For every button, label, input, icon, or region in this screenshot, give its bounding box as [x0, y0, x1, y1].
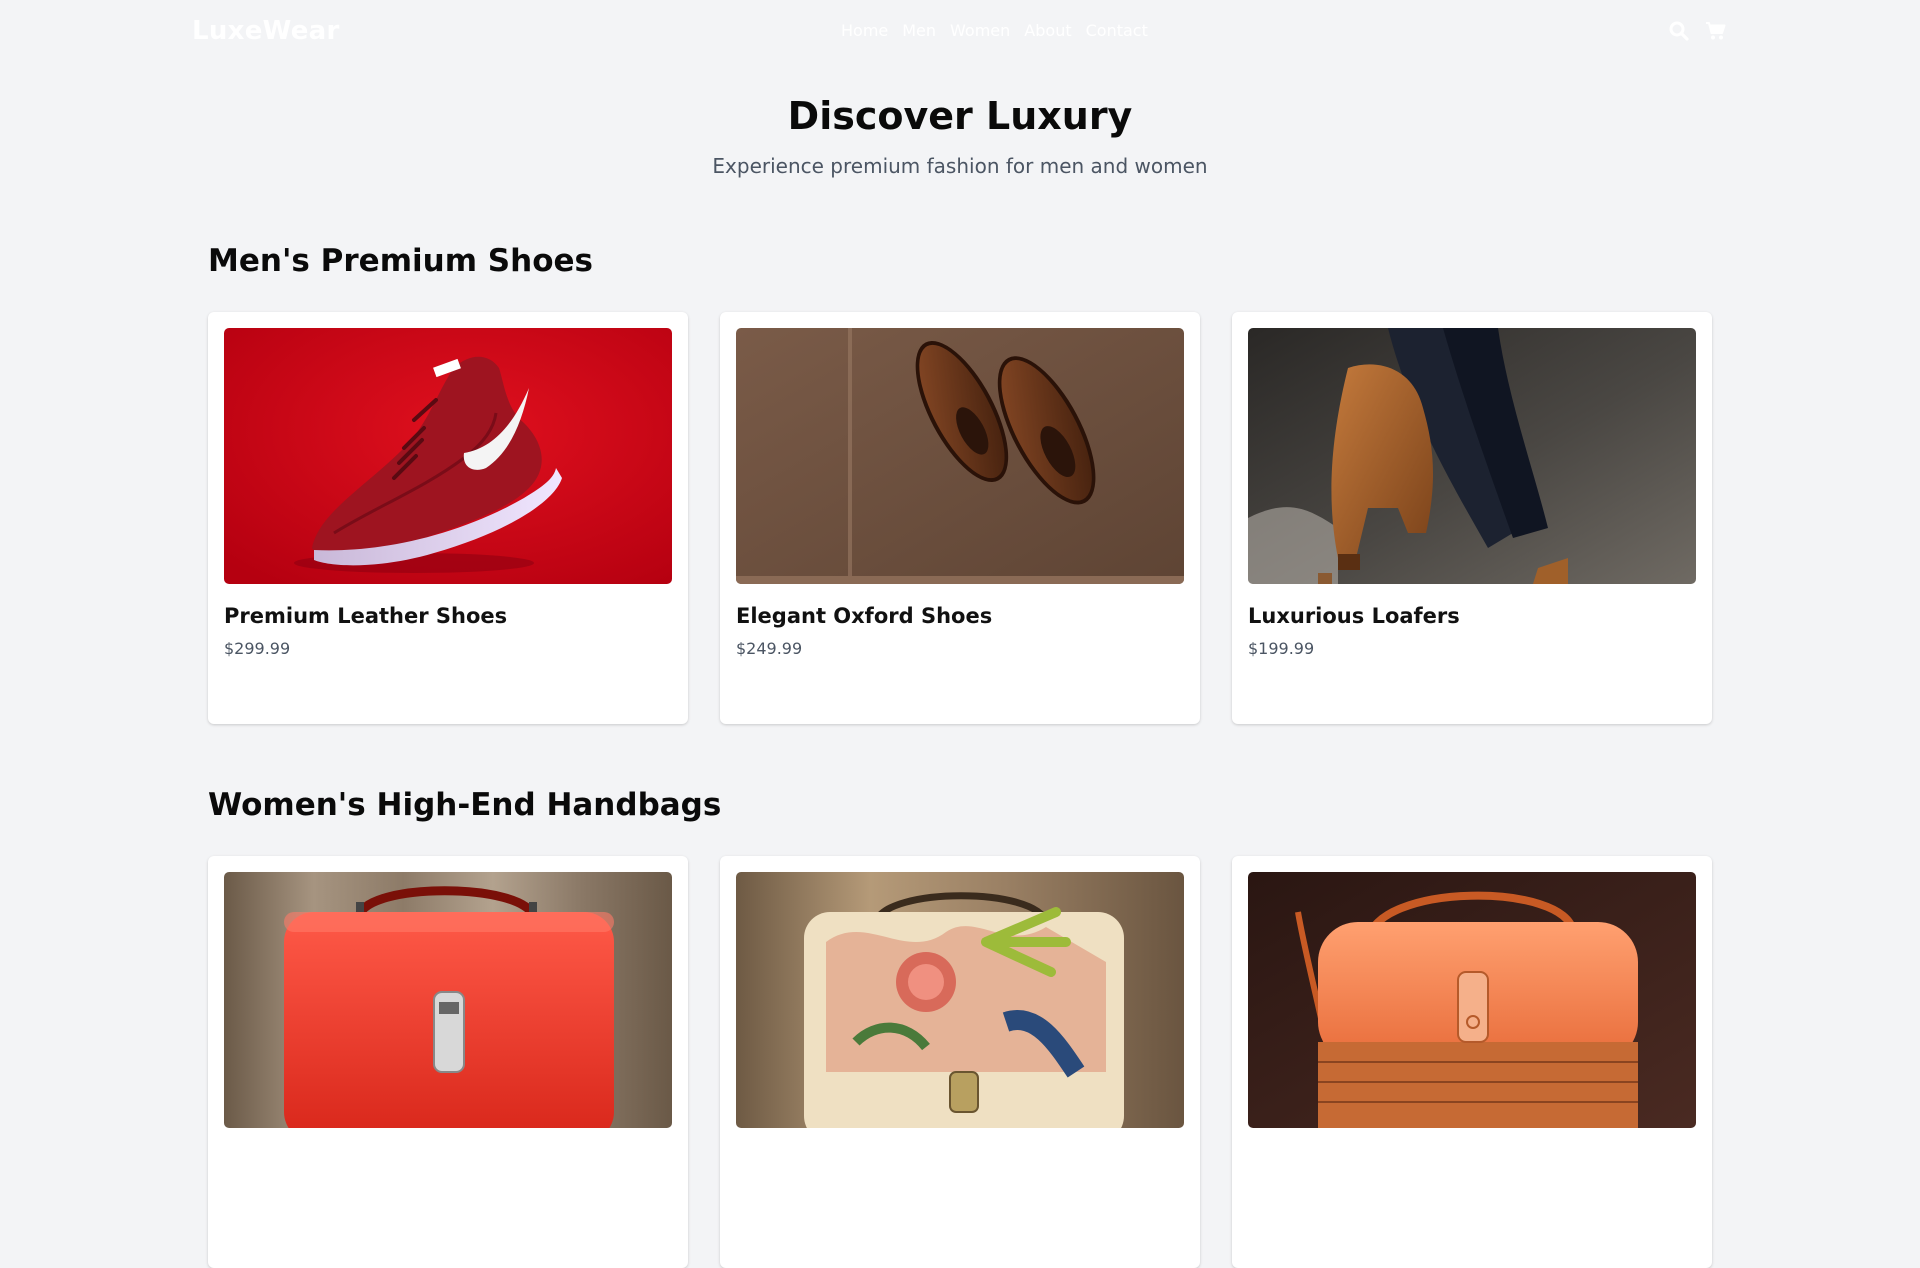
product-name: Elegant Oxford Shoes [736, 604, 993, 628]
product-grid-womens-handbags [208, 856, 1712, 1268]
product-image-sneaker [224, 328, 672, 584]
product-name: Premium Leather Shoes [224, 604, 508, 628]
search-icon [1669, 21, 1689, 41]
product-card[interactable] [720, 856, 1200, 1268]
nav-link-contact[interactable]: Contact [1086, 21, 1148, 40]
product-name: Luxurious Loafers [1248, 604, 1460, 628]
product-image-floral-handbag [736, 872, 1184, 1128]
hero-title: Discover Luxury [787, 94, 1133, 138]
product-card[interactable]: Premium Leather Shoes $299.99 [208, 312, 688, 724]
header-actions [1668, 20, 1727, 42]
product-image-oxford [736, 328, 1184, 584]
main-nav: Home Men Women About Contact [841, 21, 1148, 40]
product-image-red-handbag [224, 872, 672, 1128]
cart-icon [1706, 22, 1726, 40]
product-price: $299.99 [224, 639, 291, 658]
top-navbar: LuxeWear Home Men Women About Contact [0, 0, 1920, 63]
hero-subtitle: Experience premium fashion for men and w… [712, 154, 1208, 178]
product-image-loafers [1248, 328, 1696, 584]
product-image-orange-handbag [1248, 872, 1696, 1128]
nav-link-about[interactable]: About [1024, 21, 1071, 40]
product-price: $249.99 [736, 639, 803, 658]
section-title-womens-handbags: Women's High-End Handbags [208, 787, 722, 823]
nav-link-men[interactable]: Men [902, 21, 936, 40]
product-card[interactable] [208, 856, 688, 1268]
search-button[interactable] [1668, 20, 1690, 42]
product-card[interactable]: Luxurious Loafers $199.99 [1232, 312, 1712, 724]
nav-link-home[interactable]: Home [841, 21, 888, 40]
nav-link-women[interactable]: Women [950, 21, 1010, 40]
product-price: $199.99 [1248, 639, 1315, 658]
section-title-mens-shoes: Men's Premium Shoes [208, 243, 593, 279]
product-grid-mens-shoes: Premium Leather Shoes $299.99 Elegant Ox… [208, 312, 1712, 724]
product-card[interactable] [1232, 856, 1712, 1268]
site-logo[interactable]: LuxeWear [192, 16, 340, 46]
cart-button[interactable] [1705, 20, 1727, 42]
product-card[interactable]: Elegant Oxford Shoes $249.99 [720, 312, 1200, 724]
